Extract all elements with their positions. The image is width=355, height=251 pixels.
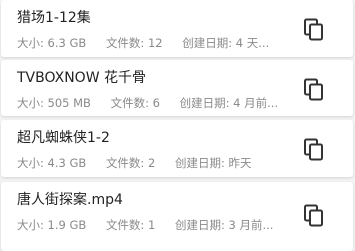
item-file-count: 文件数: 12: [105, 36, 163, 50]
copy-icon: [304, 18, 323, 41]
item-created-date: 创建日期: 4 月前...: [179, 96, 279, 110]
item-size: 大小: 1.9 GB: [17, 218, 87, 232]
copy-icon: [304, 138, 323, 161]
list-item[interactable]: 超凡蜘蛛侠1-2 大小: 4.3 GB 文件数: 2 创建日期: 昨天: [1, 120, 353, 177]
copy-icon: [304, 204, 323, 227]
item-file-count: 文件数: 2: [105, 156, 156, 170]
item-size: 大小: 4.3 GB: [17, 156, 87, 170]
item-title: 唐人街探案.mp4: [17, 192, 123, 208]
item-title: TVBOXNOW 花千骨: [17, 70, 146, 86]
item-created-date: 创建日期: 昨天: [174, 156, 252, 170]
item-file-count: 文件数: 1: [105, 218, 156, 232]
copy-button[interactable]: [303, 18, 325, 42]
item-size: 大小: 6.3 GB: [17, 36, 87, 50]
list-item[interactable]: TVBOXNOW 花千骨 大小: 505 MB 文件数: 6 创建日期: 4 月…: [1, 60, 353, 116]
item-meta: 大小: 4.3 GB 文件数: 2 创建日期: 昨天: [17, 155, 282, 171]
file-list: 猎场1-12集 大小: 6.3 GB 文件数: 12 创建日期: 4 天... …: [0, 0, 355, 251]
item-size: 大小: 505 MB: [17, 96, 91, 110]
item-created-date: 创建日期: 4 天...: [182, 36, 270, 50]
list-item[interactable]: 唐人街探案.mp4 大小: 1.9 GB 文件数: 1 创建日期: 3 月前..…: [1, 182, 353, 251]
item-created-date: 创建日期: 3 月前...: [174, 218, 274, 232]
copy-button[interactable]: [303, 138, 325, 162]
copy-button[interactable]: [303, 78, 325, 102]
item-meta: 大小: 505 MB 文件数: 6 创建日期: 4 月前...: [17, 95, 282, 111]
item-title: 猎场1-12集: [17, 10, 91, 26]
item-meta: 大小: 1.9 GB 文件数: 1 创建日期: 3 月前...: [17, 217, 282, 233]
item-title: 超凡蜘蛛侠1-2: [17, 130, 110, 146]
list-item[interactable]: 猎场1-12集 大小: 6.3 GB 文件数: 12 创建日期: 4 天...: [1, 0, 353, 57]
copy-button[interactable]: [303, 204, 325, 228]
copy-icon: [304, 78, 323, 101]
item-meta: 大小: 6.3 GB 文件数: 12 创建日期: 4 天...: [17, 35, 282, 51]
item-file-count: 文件数: 6: [110, 96, 160, 110]
